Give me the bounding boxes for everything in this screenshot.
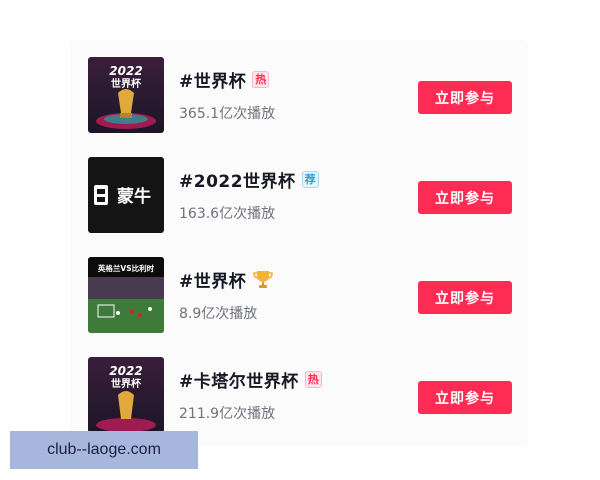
- hot-badge: 热: [304, 370, 322, 388]
- topic-item-world-cup-trophy[interactable]: 英格兰VS比利时 #世界杯 8.9亿次播放 立即参与: [88, 257, 518, 337]
- topic-thumbnail: 2022 世界杯: [88, 357, 164, 433]
- match-photo-image: 英格兰VS比利时: [88, 257, 164, 333]
- watermark-label: club--laoge.com: [10, 431, 198, 469]
- thumb-match-text: 英格兰VS比利时: [98, 263, 155, 273]
- trophy-icon: [252, 268, 274, 290]
- play-count: 365.1亿次播放: [179, 106, 276, 122]
- play-count: 8.9亿次播放: [179, 306, 258, 322]
- thumb-title-text: 世界杯: [111, 77, 142, 90]
- topic-thumbnail: 英格兰VS比利时: [88, 257, 164, 333]
- topic-title[interactable]: #世界杯: [179, 67, 246, 92]
- join-button[interactable]: 立即参与: [418, 381, 512, 414]
- topic-title[interactable]: #世界杯: [179, 267, 246, 292]
- topic-title[interactable]: #卡塔尔世界杯: [179, 367, 299, 392]
- play-count: 163.6亿次播放: [179, 206, 276, 222]
- mengniu-logo-image: 蒙牛: [88, 157, 164, 233]
- join-button[interactable]: 立即参与: [418, 281, 512, 314]
- thumb-year-text: 2022: [109, 364, 142, 378]
- thumb-brand-text: 蒙牛: [117, 186, 151, 207]
- hot-badge: 热: [252, 70, 270, 88]
- topic-thumbnail: 2022 世界杯: [88, 57, 164, 133]
- world-cup-2022-poster-image: 2022 世界杯: [88, 357, 164, 433]
- topic-item-world-cup[interactable]: 2022 世界杯 #世界杯 热 365.1亿次播放 立即参与: [88, 57, 518, 137]
- topic-title[interactable]: #2022世界杯: [179, 167, 296, 192]
- thumb-title-text: 世界杯: [111, 377, 142, 390]
- play-count: 211.9亿次播放: [179, 406, 276, 422]
- world-cup-2022-poster-image: 2022 世界杯: [88, 57, 164, 133]
- topic-item-2022-world-cup[interactable]: 蒙牛 #2022世界杯 荐 163.6亿次播放 立即参与: [88, 157, 518, 237]
- topic-item-qatar-world-cup[interactable]: 2022 世界杯 #卡塔尔世界杯 热 211.9亿次播放 立即参与: [88, 357, 518, 437]
- thumb-year-text: 2022: [109, 64, 142, 78]
- join-button[interactable]: 立即参与: [418, 181, 512, 214]
- join-button[interactable]: 立即参与: [418, 81, 512, 114]
- recommended-badge: 荐: [301, 170, 319, 188]
- topic-thumbnail: 蒙牛: [88, 157, 164, 233]
